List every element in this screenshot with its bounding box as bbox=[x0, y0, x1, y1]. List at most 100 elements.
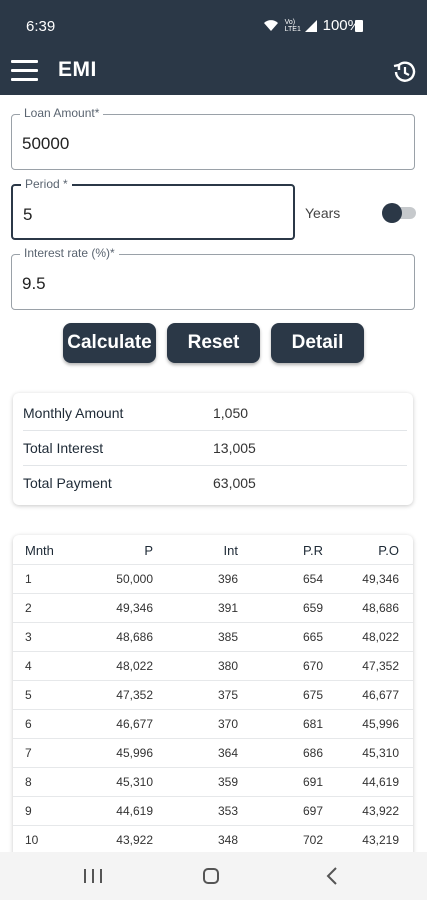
summary-label: Monthly Amount bbox=[23, 405, 124, 421]
cell-principal-outstanding: 44,619 bbox=[362, 775, 399, 789]
years-toggle[interactable] bbox=[382, 203, 416, 223]
cell-month: 1 bbox=[25, 572, 32, 586]
summary-card: Monthly Amount 1,050 Total Interest 13,0… bbox=[13, 393, 413, 505]
cell-principal: 43,922 bbox=[116, 833, 153, 847]
summary-value: 1,050 bbox=[213, 405, 249, 421]
table-row: 1 50,000 396 654 49,346 bbox=[13, 564, 413, 594]
summary-label: Total Payment bbox=[23, 475, 112, 491]
cell-interest: 359 bbox=[217, 775, 238, 789]
cell-interest: 391 bbox=[217, 601, 238, 615]
table-row: 2 49,346 391 659 48,686 bbox=[13, 593, 413, 623]
app-bar: EMI bbox=[0, 47, 427, 95]
cell-principal: 44,619 bbox=[116, 804, 153, 818]
status-indicators: Vo) LTE1 100% bbox=[263, 17, 361, 34]
system-nav-bar bbox=[0, 852, 427, 900]
cell-month: 8 bbox=[25, 775, 32, 789]
cell-principal-outstanding: 43,922 bbox=[362, 804, 399, 818]
cell-principal-outstanding: 45,996 bbox=[362, 717, 399, 731]
status-time: 6:39 bbox=[26, 18, 56, 35]
table-row: 10 43,922 348 702 43,219 bbox=[13, 825, 413, 855]
header-principal-repaid: P.R bbox=[303, 543, 323, 558]
cell-interest: 364 bbox=[217, 746, 238, 760]
period-field[interactable]: Period * 5 bbox=[11, 177, 295, 240]
app-title: EMI bbox=[58, 58, 97, 81]
signal-icon bbox=[304, 19, 317, 32]
cell-interest: 370 bbox=[217, 717, 238, 731]
cell-principal: 49,346 bbox=[116, 601, 153, 615]
interest-rate-value[interactable]: 9.5 bbox=[22, 274, 46, 294]
cell-month: 10 bbox=[25, 833, 39, 847]
summary-row: Total Interest 13,005 bbox=[23, 430, 407, 466]
cell-month: 6 bbox=[25, 717, 32, 731]
cell-principal: 48,022 bbox=[116, 659, 153, 673]
loan-amount-value[interactable]: 50000 bbox=[22, 134, 69, 154]
cell-interest: 396 bbox=[217, 572, 238, 586]
recent-apps-icon[interactable] bbox=[84, 869, 102, 883]
history-icon[interactable] bbox=[391, 59, 417, 85]
cell-principal-outstanding: 48,686 bbox=[362, 601, 399, 615]
cell-principal: 47,352 bbox=[116, 688, 153, 702]
cell-principal-repaid: 681 bbox=[302, 717, 323, 731]
status-bar: 6:39 Vo) LTE1 100% bbox=[0, 0, 427, 47]
interest-rate-field[interactable]: Interest rate (%)* 9.5 bbox=[11, 246, 415, 310]
cell-month: 5 bbox=[25, 688, 32, 702]
detail-button[interactable]: Detail bbox=[271, 323, 364, 363]
cell-principal-repaid: 675 bbox=[302, 688, 323, 702]
amortization-table[interactable]: Mnth P Int P.R P.O 1 50,000 396 654 49,346 2… bbox=[13, 535, 413, 865]
cell-principal: 45,996 bbox=[116, 746, 153, 760]
summary-row: Total Payment 63,005 bbox=[23, 465, 407, 500]
back-icon[interactable] bbox=[326, 866, 338, 886]
cell-month: 4 bbox=[25, 659, 32, 673]
main-content: Loan Amount* 50000 Period * 5 Years Inte… bbox=[0, 95, 427, 865]
cell-interest: 385 bbox=[217, 630, 238, 644]
home-icon[interactable] bbox=[203, 868, 219, 884]
table-row: 6 46,677 370 681 45,996 bbox=[13, 709, 413, 739]
years-label: Years bbox=[305, 205, 341, 221]
cell-principal-outstanding: 45,310 bbox=[362, 746, 399, 760]
lte-label: Vo) LTE1 bbox=[284, 18, 301, 33]
toggle-knob bbox=[382, 203, 402, 223]
loan-amount-field[interactable]: Loan Amount* 50000 bbox=[11, 106, 415, 170]
cell-principal-repaid: 691 bbox=[302, 775, 323, 789]
table-row: 3 48,686 385 665 48,022 bbox=[13, 622, 413, 652]
cell-principal-repaid: 702 bbox=[302, 833, 323, 847]
table-row: 9 44,619 353 697 43,922 bbox=[13, 796, 413, 826]
cell-principal: 45,310 bbox=[116, 775, 153, 789]
header-month: Mnth bbox=[25, 543, 54, 558]
period-value[interactable]: 5 bbox=[23, 205, 32, 225]
reset-button[interactable]: Reset bbox=[167, 323, 260, 363]
cell-interest: 353 bbox=[217, 804, 238, 818]
cell-month: 2 bbox=[25, 601, 32, 615]
wifi-icon bbox=[263, 20, 278, 31]
cell-principal-outstanding: 49,346 bbox=[362, 572, 399, 586]
hamburger-icon[interactable] bbox=[11, 60, 38, 82]
header-principal: P bbox=[144, 543, 153, 558]
cell-principal-repaid: 654 bbox=[302, 572, 323, 586]
table-row: 7 45,996 364 686 45,310 bbox=[13, 738, 413, 768]
cell-principal-repaid: 686 bbox=[302, 746, 323, 760]
loan-amount-label: Loan Amount* bbox=[20, 106, 104, 120]
table-row: 4 48,022 380 670 47,352 bbox=[13, 651, 413, 681]
cell-interest: 380 bbox=[217, 659, 238, 673]
cell-interest: 348 bbox=[217, 833, 238, 847]
cell-principal-outstanding: 43,219 bbox=[362, 833, 399, 847]
interest-rate-label: Interest rate (%)* bbox=[20, 246, 119, 260]
cell-principal-repaid: 659 bbox=[302, 601, 323, 615]
calculate-button[interactable]: Calculate bbox=[63, 323, 156, 363]
table-row: 5 47,352 375 675 46,677 bbox=[13, 680, 413, 710]
header-interest: Int bbox=[223, 543, 238, 558]
cell-principal: 48,686 bbox=[116, 630, 153, 644]
cell-interest: 375 bbox=[217, 688, 238, 702]
cell-principal-repaid: 665 bbox=[302, 630, 323, 644]
cell-month: 7 bbox=[25, 746, 32, 760]
header-principal-outstanding: P.O bbox=[378, 543, 399, 558]
battery-icon bbox=[355, 20, 363, 32]
cell-principal-outstanding: 48,022 bbox=[362, 630, 399, 644]
summary-value: 63,005 bbox=[213, 475, 256, 491]
cell-principal-repaid: 670 bbox=[302, 659, 323, 673]
cell-principal: 50,000 bbox=[116, 572, 153, 586]
summary-row: Monthly Amount 1,050 bbox=[23, 395, 407, 431]
summary-value: 13,005 bbox=[213, 440, 256, 456]
cell-principal: 46,677 bbox=[116, 717, 153, 731]
cell-principal-repaid: 697 bbox=[302, 804, 323, 818]
